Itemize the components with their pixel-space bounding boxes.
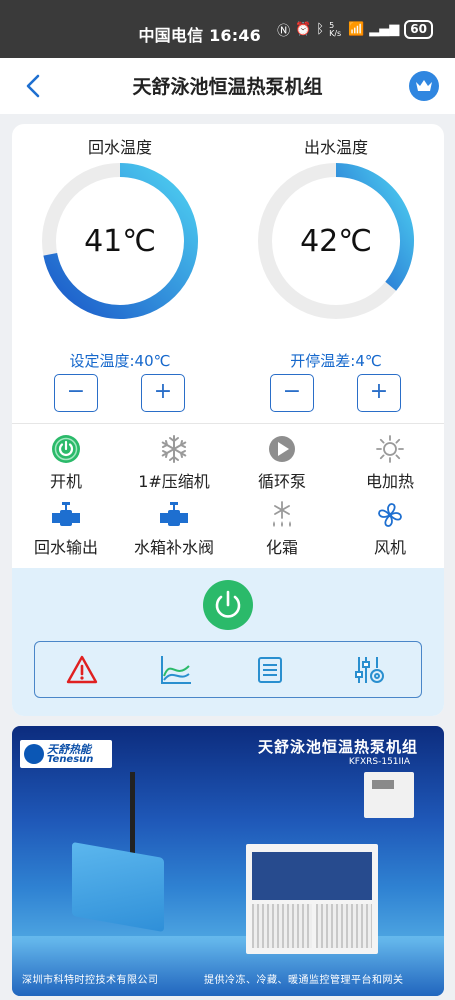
power-button[interactable] [203, 580, 253, 630]
heat-pump-grill [316, 904, 372, 948]
page-title: 天舒泳池恒温热泵机组 [132, 76, 323, 98]
status-label-fan: 风机 [373, 538, 406, 557]
status-label-compressor: 1#压缩机 [138, 472, 210, 491]
bluetooth-icon: ᛒ [316, 22, 325, 37]
return-water-title: 回水温度 [87, 138, 152, 157]
brand-logo: 天舒热能 Tenesun [20, 740, 112, 768]
hysteresis-label: 开停温差:4℃ [290, 352, 382, 370]
valve-icon [160, 502, 188, 526]
outlet-water-section: 出水温度 42℃ 开停温差:4℃ − + [228, 134, 444, 434]
function-toolbar [34, 641, 422, 698]
status-item-compressor: 1#压缩机 [120, 434, 228, 492]
net-speed: 5 K/s [329, 20, 342, 38]
status-icons: Ⓝ ⏰ ᛒ 5 K/s 📶 ▂▄▆ 60 [277, 20, 433, 39]
status-item-refill-valve: 水箱补水阀 [120, 500, 228, 558]
pump-icon [269, 436, 295, 462]
set-temperature-label: 设定温度:40℃ [69, 352, 171, 370]
crown-icon [416, 80, 432, 91]
hysteresis-decrease-button[interactable]: − [270, 374, 314, 412]
signal-icon: ▂▄▆ [369, 22, 400, 37]
status-item-pump: 循环泵 [228, 434, 336, 492]
valve-icon [52, 502, 80, 526]
set-temperature-decrease-button[interactable]: − [54, 374, 98, 412]
device-panel: 回水温度 41℃ 设定温度:40℃ − + 出水温度 42℃ 开停温差:4℃ −… [12, 124, 444, 716]
vip-button[interactable] [409, 71, 439, 101]
warning-icon[interactable] [65, 654, 99, 686]
outlet-water-value: 42℃ [300, 224, 372, 259]
carrier-name: 中国电信 [138, 26, 204, 45]
status-label-return-output: 回水输出 [33, 538, 98, 557]
water-background [12, 936, 444, 996]
status-label-defrost: 化霜 [265, 538, 298, 557]
chart-icon[interactable] [159, 654, 193, 686]
list-icon[interactable] [253, 654, 287, 686]
gateway-device-image [72, 841, 164, 933]
brand-logo-en: Tenesun [47, 754, 94, 765]
fan-icon [378, 503, 402, 527]
wifi-icon: 📶 [348, 22, 365, 37]
status-item-heater: 电加热 [336, 434, 444, 492]
nfc-icon: Ⓝ [277, 24, 291, 39]
status-item-defrost: 化霜 [228, 500, 336, 558]
battery-icon: 60 [404, 20, 433, 39]
power-icon [215, 590, 241, 618]
set-temperature-increase-button[interactable]: + [141, 374, 185, 412]
power-on-icon [52, 435, 80, 463]
outlet-water-title: 出水温度 [303, 138, 368, 157]
status-item-fan: 风机 [336, 500, 444, 558]
hysteresis-increase-button[interactable]: + [357, 374, 401, 412]
banner-slogan: 提供冷冻、冷藏、暖通监控管理平台和网关 [204, 975, 404, 986]
status-label-power: 开机 [49, 472, 82, 491]
sun-icon [376, 435, 404, 463]
heat-pump-grill [252, 904, 312, 948]
snowflake-icon [161, 435, 187, 463]
settings-sliders-icon[interactable] [353, 654, 387, 686]
system-status-bar: 中国电信 16:46 Ⓝ ⏰ ᛒ 5 K/s 📶 ▂▄▆ 60 [0, 0, 455, 58]
alarm-icon: ⏰ [295, 22, 312, 37]
control-area [12, 568, 444, 716]
status-label-heater: 电加热 [365, 472, 414, 491]
defrost-icon [273, 501, 291, 527]
status-label-pump: 循环泵 [257, 472, 306, 491]
app-header: 天舒泳池恒温热泵机组 [0, 58, 455, 114]
status-label-refill-valve: 水箱补水阀 [133, 538, 214, 557]
heat-pump-fans [252, 852, 372, 900]
status-time: 中国电信 16:46 [138, 22, 261, 46]
device-status-grid: 开机 1#压缩机 循环泵 电加热 回水输出 水箱补水阀 化霜 风机 [12, 434, 444, 564]
heat-pump-image [246, 844, 378, 954]
banner-model: KFXRS-151IIA [348, 757, 410, 767]
product-banner[interactable]: 天舒热能 Tenesun 天舒泳池恒温热泵机组 KFXRS-151IIA 深圳市… [12, 726, 444, 996]
brand-logo-mark-icon [24, 744, 44, 764]
antenna-image [130, 772, 135, 858]
banner-company: 深圳市科特时控技术有限公司 [22, 975, 159, 986]
clock: 16:46 [209, 26, 261, 45]
wall-controller-image [364, 772, 414, 818]
banner-title: 天舒泳池恒温热泵机组 [257, 738, 418, 756]
return-water-section: 回水温度 41℃ 设定温度:40℃ − + [12, 134, 228, 434]
section-divider [12, 423, 444, 424]
return-water-value: 41℃ [84, 224, 156, 259]
status-item-power: 开机 [12, 434, 120, 492]
status-item-return-output: 回水输出 [12, 500, 120, 558]
